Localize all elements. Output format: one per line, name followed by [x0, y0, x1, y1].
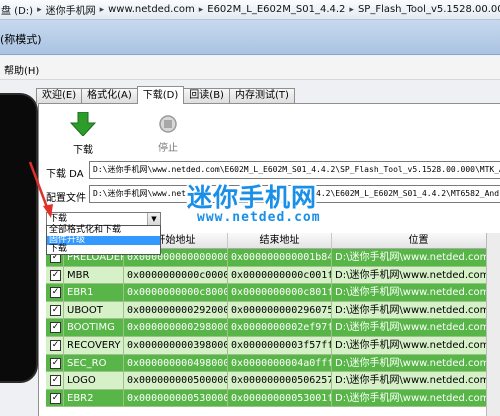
cell-check[interactable]: ✓ [46, 284, 64, 302]
cell-name: BOOTIMG [64, 319, 124, 337]
table-row[interactable]: ✓ MBR 0x0000000000c00000 0x0000000000c001ff… [46, 266, 500, 285]
cell-location: D:\迷你手机网\www.netded.com\E602 [332, 337, 500, 355]
tab-format[interactable]: 格式化(A) [81, 88, 138, 104]
cell-end: 0x000000000001b84b [228, 249, 332, 267]
mode-dropdown-list: 全部格式化和下载 固件升级 下载 [46, 225, 161, 255]
cell-check[interactable]: ✓ [46, 354, 64, 373]
cell-location: D:\迷你手机网\www.netded.com\E602 [332, 354, 500, 373]
checkbox-checked-icon[interactable]: ✓ [50, 269, 61, 281]
cell-name: LOGO [64, 372, 124, 390]
tab-bar: 欢迎(E) 格式化(A) 下载(D) 回读(B) 内存测试(T) [36, 86, 295, 104]
cell-name: EBR2 [64, 389, 124, 408]
tab-readback[interactable]: 回读(B) [183, 88, 230, 104]
cell-check[interactable]: ✓ [46, 337, 64, 355]
window-title-bar: (称模式) [0, 20, 500, 55]
cell-location: D:\迷你手机网\www.netded.com\E602 [332, 389, 500, 408]
breadcrumb-item[interactable]: E602M_L_E602M_S01_4.4.2 [207, 4, 345, 15]
phone-image [0, 93, 38, 383]
breadcrumb-item[interactable]: www.netded.com [108, 4, 195, 15]
red-arrow-icon [28, 161, 53, 218]
chevron-down-icon[interactable]: ▼ [147, 213, 160, 225]
address-bar[interactable]: 盘 (D:) ▸ 迷你手机网 ▸ www.netded.com ▸ E602M_… [0, 0, 500, 20]
cell-start: 0x0000000005000000 [124, 372, 228, 390]
mode-select[interactable]: 下载 ▼ [46, 212, 161, 226]
cell-end: 0x0000000003f57fff [228, 337, 332, 355]
breadcrumb-chevron-icon: ▸ [349, 4, 354, 15]
column-header-location[interactable]: 位置 [332, 233, 500, 249]
checkbox-checked-icon[interactable]: ✓ [50, 392, 61, 404]
cell-start: 0x0000000004980000 [124, 354, 228, 373]
breadcrumb-chevron-icon: ▸ [37, 4, 42, 15]
tab-memory-test[interactable]: 内存测试(T) [228, 88, 295, 104]
scatter-file-path-end: 4.2\E602M_L_E602M_S01_4.4.2\MT6582_Andr [316, 189, 500, 198]
cell-name: UBOOT [64, 301, 124, 320]
table-row[interactable]: ✓ SEC_RO 0x0000000004980000 0x0000000004a0f… [46, 354, 500, 373]
cell-name: EBR1 [64, 284, 124, 302]
cell-name: RECOVERY [64, 337, 124, 355]
download-agent-field[interactable]: D:\迷你手机网\www.netded.com\E602M_L_E602M_S0… [89, 161, 500, 179]
column-header-end[interactable]: 结束地址 [228, 233, 332, 249]
checkbox-checked-icon[interactable]: ✓ [50, 322, 61, 334]
watermark-brand: 迷你手机网 [187, 183, 318, 212]
cell-start: 0x0000000003980000 [124, 337, 228, 355]
table-scrollbar[interactable] [486, 233, 500, 416]
cell-check[interactable]: ✓ [46, 266, 64, 285]
table-row[interactable]: ✓ EBR2 0x0000000005300000 0x00000000053001f… [46, 389, 500, 408]
checkbox-checked-icon[interactable]: ✓ [50, 287, 61, 299]
cell-name: MBR [64, 266, 124, 285]
cell-location: D:\迷你手机网\www.netded.com\E602 [332, 319, 500, 337]
cell-start: 0x0000000002920000 [124, 301, 228, 320]
cell-end: 0x0000000000c001ff [228, 266, 332, 285]
watermark-site: www.netded.com [197, 210, 321, 225]
checkbox-checked-icon[interactable]: ✓ [50, 375, 61, 387]
cell-location: D:\迷你手机网\www.netded.com\E602 [332, 284, 500, 302]
cell-end: 0x0000000002ef97ff [228, 319, 332, 337]
mode-option-download-only[interactable]: 下载 [47, 244, 160, 255]
download-button[interactable]: 下载 [66, 111, 100, 156]
window-title: (称模式) [0, 33, 42, 46]
stop-icon [159, 115, 177, 133]
cell-check[interactable]: ✓ [46, 389, 64, 408]
cell-start: 0x0000000000c80000 [124, 284, 228, 302]
menu-bar: 帮助(H) [0, 56, 500, 80]
tab-download[interactable]: 下载(D) [136, 86, 185, 104]
cell-end: 0x00000000053001ff [228, 389, 332, 408]
download-arrow-icon [69, 111, 97, 137]
table-row[interactable]: ✓ EBR1 0x0000000000c80000 0x0000000000c801f… [46, 284, 500, 302]
breadcrumb-item[interactable]: SP_Flash_Tool_v5.1528.00.000 [358, 4, 500, 15]
table-row[interactable]: ✓ BOOTIMG 0x0000000002980000 0x0000000002ef… [46, 319, 500, 337]
cell-check[interactable]: ✓ [46, 319, 64, 337]
checkbox-checked-icon[interactable]: ✓ [50, 340, 61, 351]
cell-end: 0x0000000000c801ff [228, 284, 332, 302]
cell-start: 0x0000000000c00000 [124, 266, 228, 285]
stop-button[interactable]: 停止 [153, 114, 183, 154]
cell-check[interactable]: ✓ [46, 301, 64, 320]
table-row[interactable]: ✓ LOGO 0x0000000005000000 0x000000000506257… [46, 372, 500, 390]
cell-start: 0x0000000005300000 [124, 389, 228, 408]
checkbox-checked-icon[interactable]: ✓ [50, 304, 61, 316]
tab-welcome[interactable]: 欢迎(E) [36, 88, 83, 104]
cell-start: 0x0000000002980000 [124, 319, 228, 337]
breadcrumb-item[interactable]: 迷你手机网 [46, 2, 96, 17]
stop-button-label: 停止 [158, 143, 178, 154]
cell-location: D:\迷你手机网\www.netded.com\E602 [332, 372, 500, 390]
breadcrumb-item[interactable]: 盘 (D:) [1, 2, 33, 17]
cell-location: D:\迷你手机网\www.netded.com\E602 [332, 249, 500, 267]
breadcrumb-chevron-icon: ▸ [99, 4, 105, 15]
table-row[interactable]: ✓ RECOVERY 0x0000000003980000 0x0000000003f… [46, 337, 500, 355]
cell-end: 0x000000000506257b [228, 372, 332, 390]
download-button-label: 下载 [73, 145, 93, 156]
cell-end: 0x0000000002960757 [228, 301, 332, 320]
menu-help[interactable]: 帮助(H) [4, 62, 39, 77]
cell-location: D:\迷你手机网\www.netded.com\E602 [332, 266, 500, 285]
cell-location: D:\迷你手机网\www.netded.com\E602 [332, 301, 500, 320]
cell-check[interactable]: ✓ [46, 372, 64, 390]
cell-name: SEC_RO [64, 354, 124, 373]
breadcrumb-chevron-icon: ▸ [198, 4, 204, 15]
cell-end: 0x0000000004a0ffff [228, 354, 332, 373]
checkbox-checked-icon[interactable]: ✓ [50, 357, 61, 369]
table-row[interactable]: ✓ UBOOT 0x0000000002920000 0x00000000029607… [46, 301, 500, 320]
